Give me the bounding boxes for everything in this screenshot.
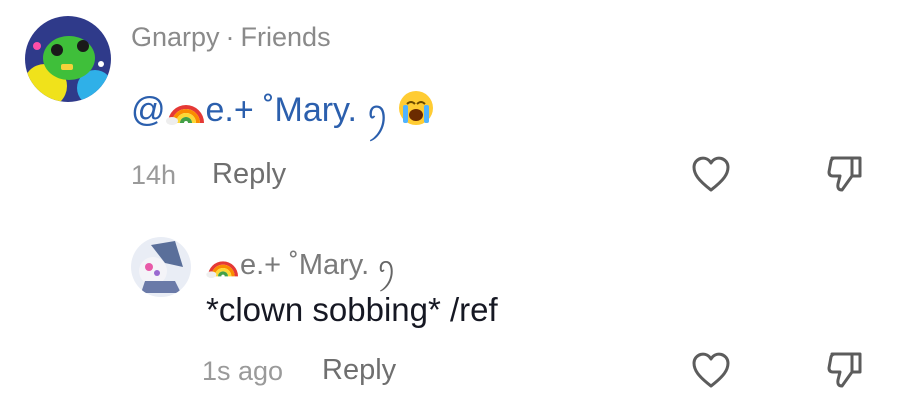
author-name[interactable]: e.+ ˚Mary. <box>240 249 369 281</box>
avatar[interactable] <box>25 16 111 102</box>
dislike-button[interactable] <box>826 350 864 390</box>
thumbs-down-outline-icon <box>827 352 862 388</box>
comment-text: @ e.+ ˚Mary. ꪆ <box>131 86 434 143</box>
rainbow-emoji-icon <box>206 248 240 286</box>
avatar-image <box>25 16 111 102</box>
comment-timestamp: 1s ago <box>202 356 284 386</box>
reply-button[interactable]: Reply <box>322 354 396 387</box>
avatar[interactable] <box>131 237 191 297</box>
comment-text: *clown sobbing* /ref <box>206 291 498 328</box>
mention-at[interactable]: @ <box>131 91 166 129</box>
like-button[interactable] <box>690 350 732 390</box>
mention-name[interactable]: e.+ ˚Mary. <box>206 91 357 129</box>
mention-suffix: ꪆ <box>366 96 389 127</box>
heart-outline-icon <box>692 352 730 388</box>
author-name[interactable]: Gnarpy <box>131 22 220 52</box>
thumbs-down-outline-icon <box>827 156 862 192</box>
heart-outline-icon <box>692 156 730 192</box>
author-suffix: ꪆ <box>377 253 396 279</box>
loudly-crying-face-emoji-icon <box>398 90 434 135</box>
reply-comment: e.+ ˚Mary. ꪆ *clown sobbing* /ref 1s ago… <box>0 200 900 402</box>
rainbow-emoji-icon <box>165 89 206 134</box>
like-button[interactable] <box>690 154 732 194</box>
relation-label: Friends <box>240 22 331 52</box>
separator: · <box>225 22 235 52</box>
comment-timestamp: 14h <box>131 160 177 190</box>
comment-author[interactable]: e.+ ˚Mary. ꪆ <box>206 244 396 293</box>
reply-button[interactable]: Reply <box>212 158 286 191</box>
comment-author[interactable]: Gnarpy · Friends <box>131 22 331 53</box>
avatar-image <box>131 237 191 297</box>
dislike-button[interactable] <box>826 154 864 194</box>
comment: Gnarpy · Friends @ e.+ ˚Mary. ꪆ 14h Reply <box>0 0 900 200</box>
